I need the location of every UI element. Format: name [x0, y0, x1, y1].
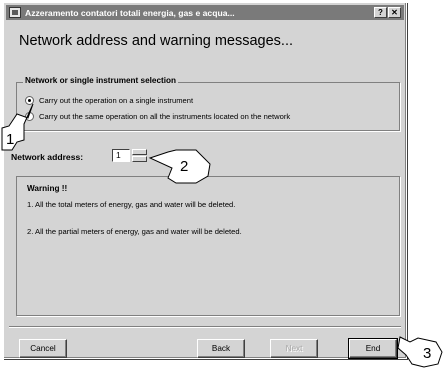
- selection-group: Network or single instrument selection C…: [16, 76, 400, 131]
- title-bar[interactable]: Azzeramento contatori totali energia, ga…: [6, 5, 404, 20]
- warning-title: Warning !!: [27, 184, 68, 193]
- spin-up-button[interactable]: [132, 149, 147, 155]
- warning-group: Warning !! 1. All the total meters of en…: [16, 176, 400, 316]
- radio-button-checked[interactable]: [25, 96, 34, 105]
- radio-button[interactable]: [25, 112, 34, 121]
- app-icon: [9, 7, 21, 18]
- radio-single-instrument[interactable]: Carry out the operation on a single inst…: [25, 96, 193, 105]
- callout-number-1: 1: [6, 131, 15, 148]
- cancel-button[interactable]: Cancel: [19, 339, 67, 358]
- radio-label[interactable]: Carry out the same operation on all the …: [39, 112, 290, 121]
- help-button[interactable]: ?: [374, 7, 387, 18]
- window-title: Azzeramento contatori totali energia, ga…: [25, 7, 235, 18]
- warning-line: 1. All the total meters of energy, gas a…: [27, 200, 236, 209]
- network-address-input[interactable]: 1: [112, 149, 130, 162]
- divider: [9, 326, 401, 328]
- network-address-spinner[interactable]: [132, 149, 147, 162]
- spin-down-button[interactable]: [132, 156, 147, 162]
- callout-number-3: 3: [423, 345, 432, 362]
- page-heading: Network address and warning messages...: [19, 33, 294, 49]
- radio-label[interactable]: Carry out the operation on a single inst…: [39, 96, 193, 105]
- back-button[interactable]: Back: [197, 339, 245, 358]
- warning-line: 2. All the partial meters of energy, gas…: [27, 227, 242, 236]
- next-button: Next: [270, 339, 318, 358]
- callout-number-2: 2: [180, 158, 189, 175]
- end-button[interactable]: End: [348, 338, 398, 359]
- network-address-label: Network address:: [11, 152, 84, 162]
- dialog-window: Azzeramento contatori totali energia, ga…: [3, 2, 407, 359]
- close-button[interactable]: ✕: [388, 7, 401, 18]
- selection-group-legend: Network or single instrument selection: [23, 76, 179, 85]
- radio-all-instruments[interactable]: Carry out the same operation on all the …: [25, 112, 290, 121]
